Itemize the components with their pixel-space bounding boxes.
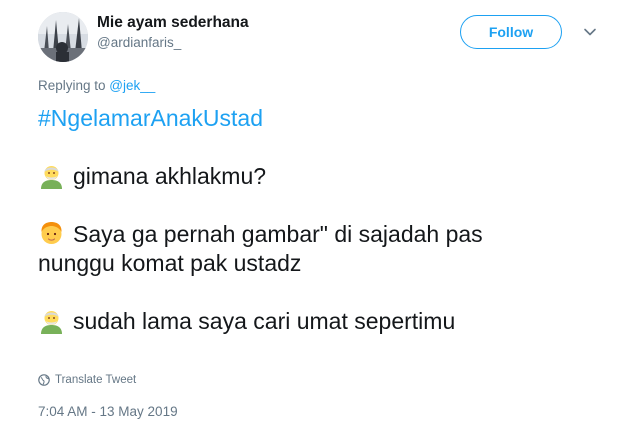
tweet-line-text: gimana akhlakmu? [73,163,267,189]
replying-to-label: Replying to [38,78,110,93]
tweet-line-text: sudah lama saya cari umat sepertimu [73,308,456,334]
globe-icon [38,374,50,386]
translate-label: Translate Tweet [55,374,137,386]
older-man-emoji [41,166,62,189]
person-emoji [41,222,62,244]
replying-to: Replying to @jek__ [38,78,155,93]
reply-mention-link[interactable]: @jek__ [109,78,155,93]
tweet-line: sudah lama saya cari umat sepertimu [38,307,618,336]
tweet-line: Saya ga pernah gambar" di sajadah pas [38,220,618,249]
chevron-down-icon[interactable] [582,24,598,40]
follow-button[interactable]: Follow [460,15,562,49]
avatar-photo [38,12,88,62]
avatar[interactable] [38,12,88,62]
tweet-text: #NgelamarAnakUstad gimana akhlakmu? Saya… [38,104,618,336]
tweet-line: nunggu komat pak ustadz [38,250,302,276]
tweet-timestamp[interactable]: 7:04 AM - 13 May 2019 [38,404,178,419]
translate-tweet-link[interactable]: Translate Tweet [38,374,136,386]
hashtag-link[interactable]: #NgelamarAnakUstad [38,104,618,133]
tweet-line-text: Saya ga pernah gambar" di sajadah pas [73,221,483,247]
author-display-name[interactable]: Mie ayam sederhana [97,14,249,32]
older-man-emoji [41,311,62,334]
author-handle[interactable]: @ardianfaris_ [97,35,181,50]
tweet-line: gimana akhlakmu? [38,162,618,191]
